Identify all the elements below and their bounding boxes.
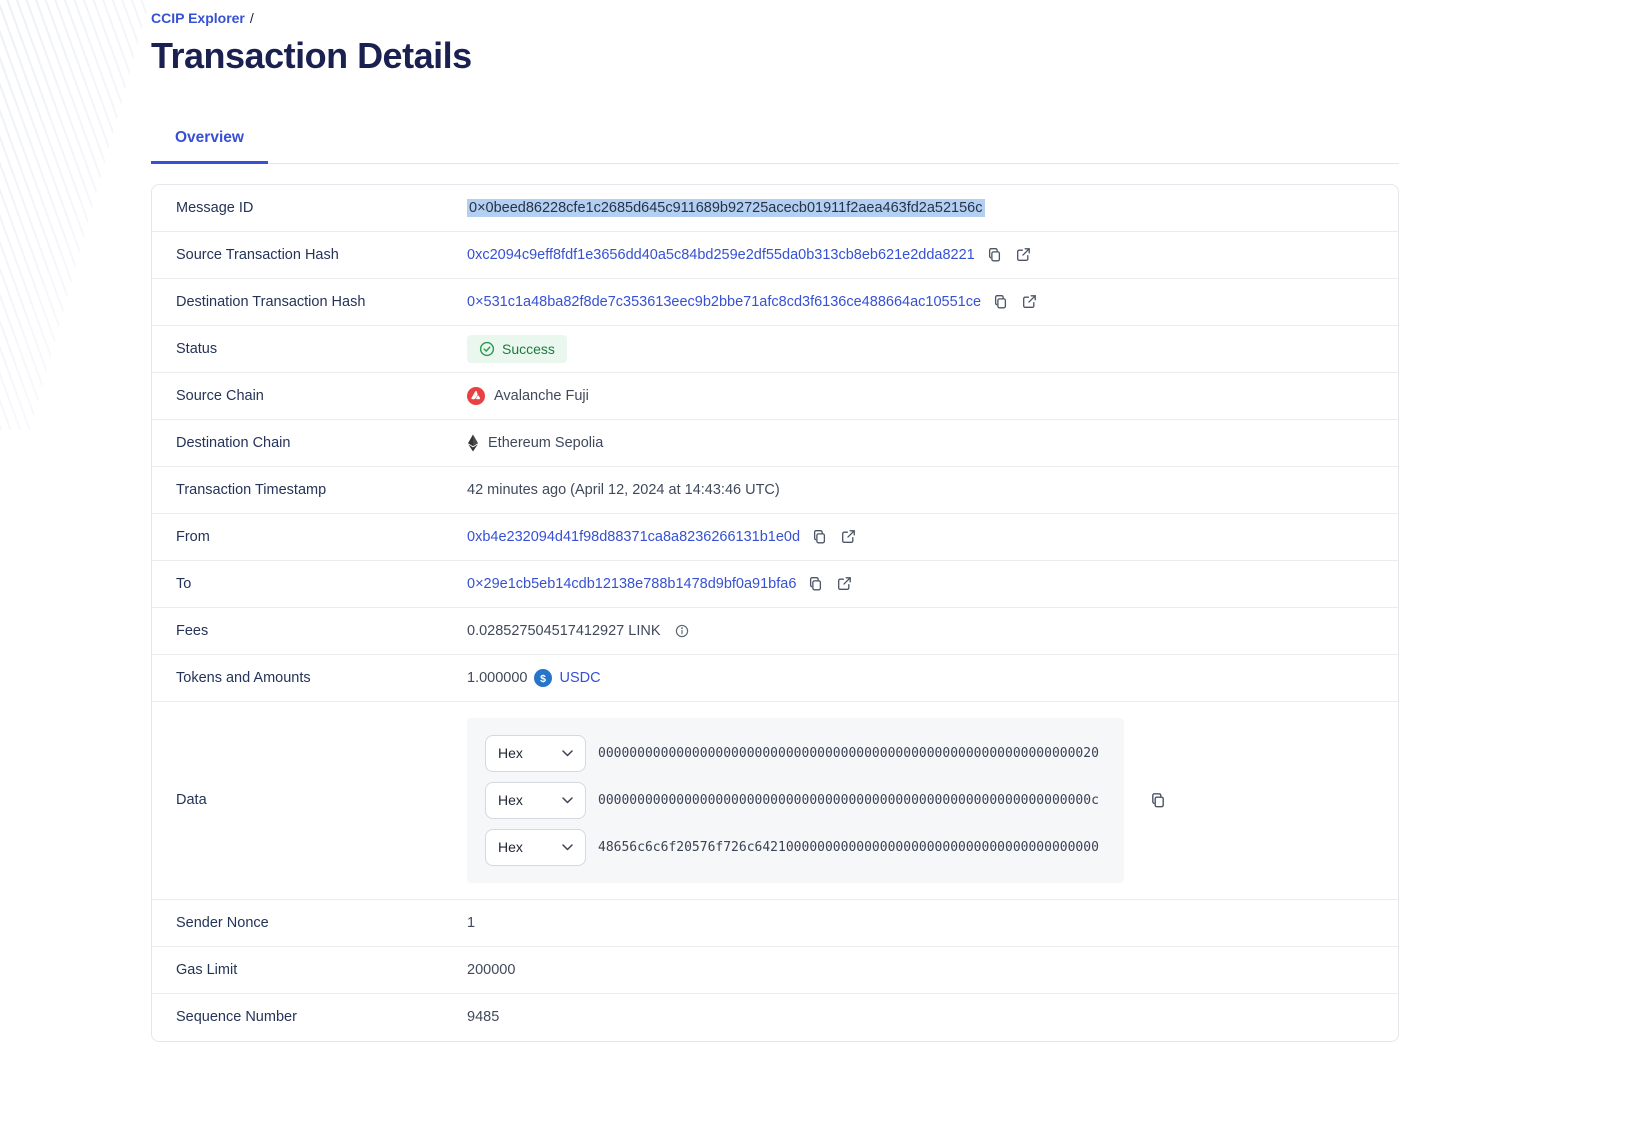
breadcrumb-separator: / [250, 10, 254, 26]
external-link-icon[interactable] [1020, 292, 1039, 311]
chevron-down-icon [562, 750, 573, 757]
data-encoding-select[interactable]: Hex [485, 735, 586, 772]
copy-icon[interactable] [1148, 790, 1168, 810]
row-label: Data [152, 792, 467, 808]
data-line: Hex 000000000000000000000000000000000000… [485, 735, 1106, 772]
detail-row-source-tx-hash: Source Transaction Hash 0xc2094c9eff8fdf… [152, 232, 1398, 279]
to-address-link[interactable]: 0×29e1cb5eb14cdb12138e788b1478d9bf0a91bf… [467, 576, 796, 592]
info-icon[interactable] [673, 622, 691, 640]
row-label: Message ID [152, 200, 467, 216]
detail-row-gas-limit: Gas Limit 200000 [152, 947, 1398, 994]
detail-row-timestamp: Transaction Timestamp 42 minutes ago (Ap… [152, 467, 1398, 514]
data-hex-line: 0000000000000000000000000000000000000000… [598, 793, 1099, 808]
detail-row-dest-chain: Destination Chain Ethereum Sepolia [152, 420, 1398, 467]
row-label: Transaction Timestamp [152, 482, 467, 498]
row-label: Destination Transaction Hash [152, 294, 467, 310]
data-encoding-select[interactable]: Hex [485, 782, 586, 819]
detail-row-dest-tx-hash: Destination Transaction Hash 0×531c1a48b… [152, 279, 1398, 326]
chevron-down-icon [562, 797, 573, 804]
detail-row-tokens: Tokens and Amounts 1.000000 $ USDC [152, 655, 1398, 702]
dest-chain-name: Ethereum Sepolia [488, 435, 603, 451]
copy-icon[interactable] [806, 574, 825, 593]
sequence-number-value: 9485 [467, 1009, 499, 1025]
data-encoding-value: Hex [498, 792, 523, 808]
row-label: Source Chain [152, 388, 467, 404]
row-label: From [152, 529, 467, 545]
tab-overview[interactable]: Overview [151, 119, 268, 164]
transaction-details-card: Message ID 0×0beed86228cfe1c2685d645c911… [151, 184, 1399, 1042]
breadcrumb-link-ccip-explorer[interactable]: CCIP Explorer [151, 10, 245, 26]
status-badge-label: Success [502, 341, 555, 357]
row-label: Destination Chain [152, 435, 467, 451]
data-hex-line: 48656c6c6f20576f726c64210000000000000000… [598, 840, 1099, 855]
from-address-link[interactable]: 0xb4e232094d41f98d88371ca8a8236266131b1e… [467, 529, 800, 545]
breadcrumb: CCIP Explorer / [151, 10, 1399, 27]
timestamp-value: 42 minutes ago (April 12, 2024 at 14:43:… [467, 482, 780, 498]
external-link-icon[interactable] [835, 574, 854, 593]
token-amount: 1.000000 [467, 670, 527, 686]
detail-row-sender-nonce: Sender Nonce 1 [152, 900, 1398, 947]
copy-icon[interactable] [985, 245, 1004, 264]
row-label: Gas Limit [152, 962, 467, 978]
source-tx-hash-link[interactable]: 0xc2094c9eff8fdf1e3656dd40a5c84bd259e2df… [467, 247, 975, 263]
data-panel: Hex 000000000000000000000000000000000000… [467, 718, 1124, 883]
row-label: Fees [152, 623, 467, 639]
detail-row-sequence-number: Sequence Number 9485 [152, 994, 1398, 1041]
data-line: Hex 48656c6c6f20576f726c6421000000000000… [485, 829, 1106, 866]
sender-nonce-value: 1 [467, 915, 475, 931]
data-hex-line: 0000000000000000000000000000000000000000… [598, 746, 1099, 761]
tab-bar: Overview [151, 119, 1399, 164]
check-circle-icon [479, 341, 495, 357]
row-label: Sender Nonce [152, 915, 467, 931]
detail-row-data: Data Hex 0000000000000000000000000000000… [152, 702, 1398, 900]
row-label: To [152, 576, 467, 592]
detail-row-fees: Fees 0.028527504517412927 LINK [152, 608, 1398, 655]
detail-row-source-chain: Source Chain Avalanche Fuji [152, 373, 1398, 420]
external-link-icon[interactable] [839, 527, 858, 546]
detail-row-message-id: Message ID 0×0beed86228cfe1c2685d645c911… [152, 185, 1398, 232]
gas-limit-value: 200000 [467, 962, 515, 978]
copy-icon[interactable] [991, 292, 1010, 311]
detail-row-from: From 0xb4e232094d41f98d88371ca8a82362661… [152, 514, 1398, 561]
svg-text:$: $ [541, 673, 547, 685]
data-line: Hex 000000000000000000000000000000000000… [485, 782, 1106, 819]
avalanche-fuji-icon [467, 387, 485, 405]
detail-row-status: Status Success [152, 326, 1398, 373]
dest-tx-hash-link[interactable]: 0×531c1a48ba82f8de7c353613eec9b2bbe71afc… [467, 294, 981, 310]
source-chain-name: Avalanche Fuji [494, 388, 589, 404]
status-badge: Success [467, 335, 567, 363]
copy-icon[interactable] [810, 527, 829, 546]
chevron-down-icon [562, 844, 573, 851]
token-link[interactable]: USDC [559, 670, 600, 686]
page-container: CCIP Explorer / Transaction Details Overv… [151, 0, 1399, 1042]
fees-value: 0.028527504517412927 LINK [467, 623, 661, 639]
data-encoding-value: Hex [498, 745, 523, 761]
data-encoding-value: Hex [498, 839, 523, 855]
page-title: Transaction Details [151, 35, 1399, 77]
row-label: Tokens and Amounts [152, 670, 467, 686]
external-link-icon[interactable] [1014, 245, 1033, 264]
ethereum-sepolia-icon [467, 434, 479, 452]
row-label: Source Transaction Hash [152, 247, 467, 263]
detail-row-to: To 0×29e1cb5eb14cdb12138e788b1478d9bf0a9… [152, 561, 1398, 608]
data-encoding-select[interactable]: Hex [485, 829, 586, 866]
usdc-icon: $ [534, 669, 552, 687]
message-id-value: 0×0beed86228cfe1c2685d645c911689b92725ac… [467, 199, 985, 217]
row-label: Sequence Number [152, 1009, 467, 1025]
row-label: Status [152, 341, 467, 357]
